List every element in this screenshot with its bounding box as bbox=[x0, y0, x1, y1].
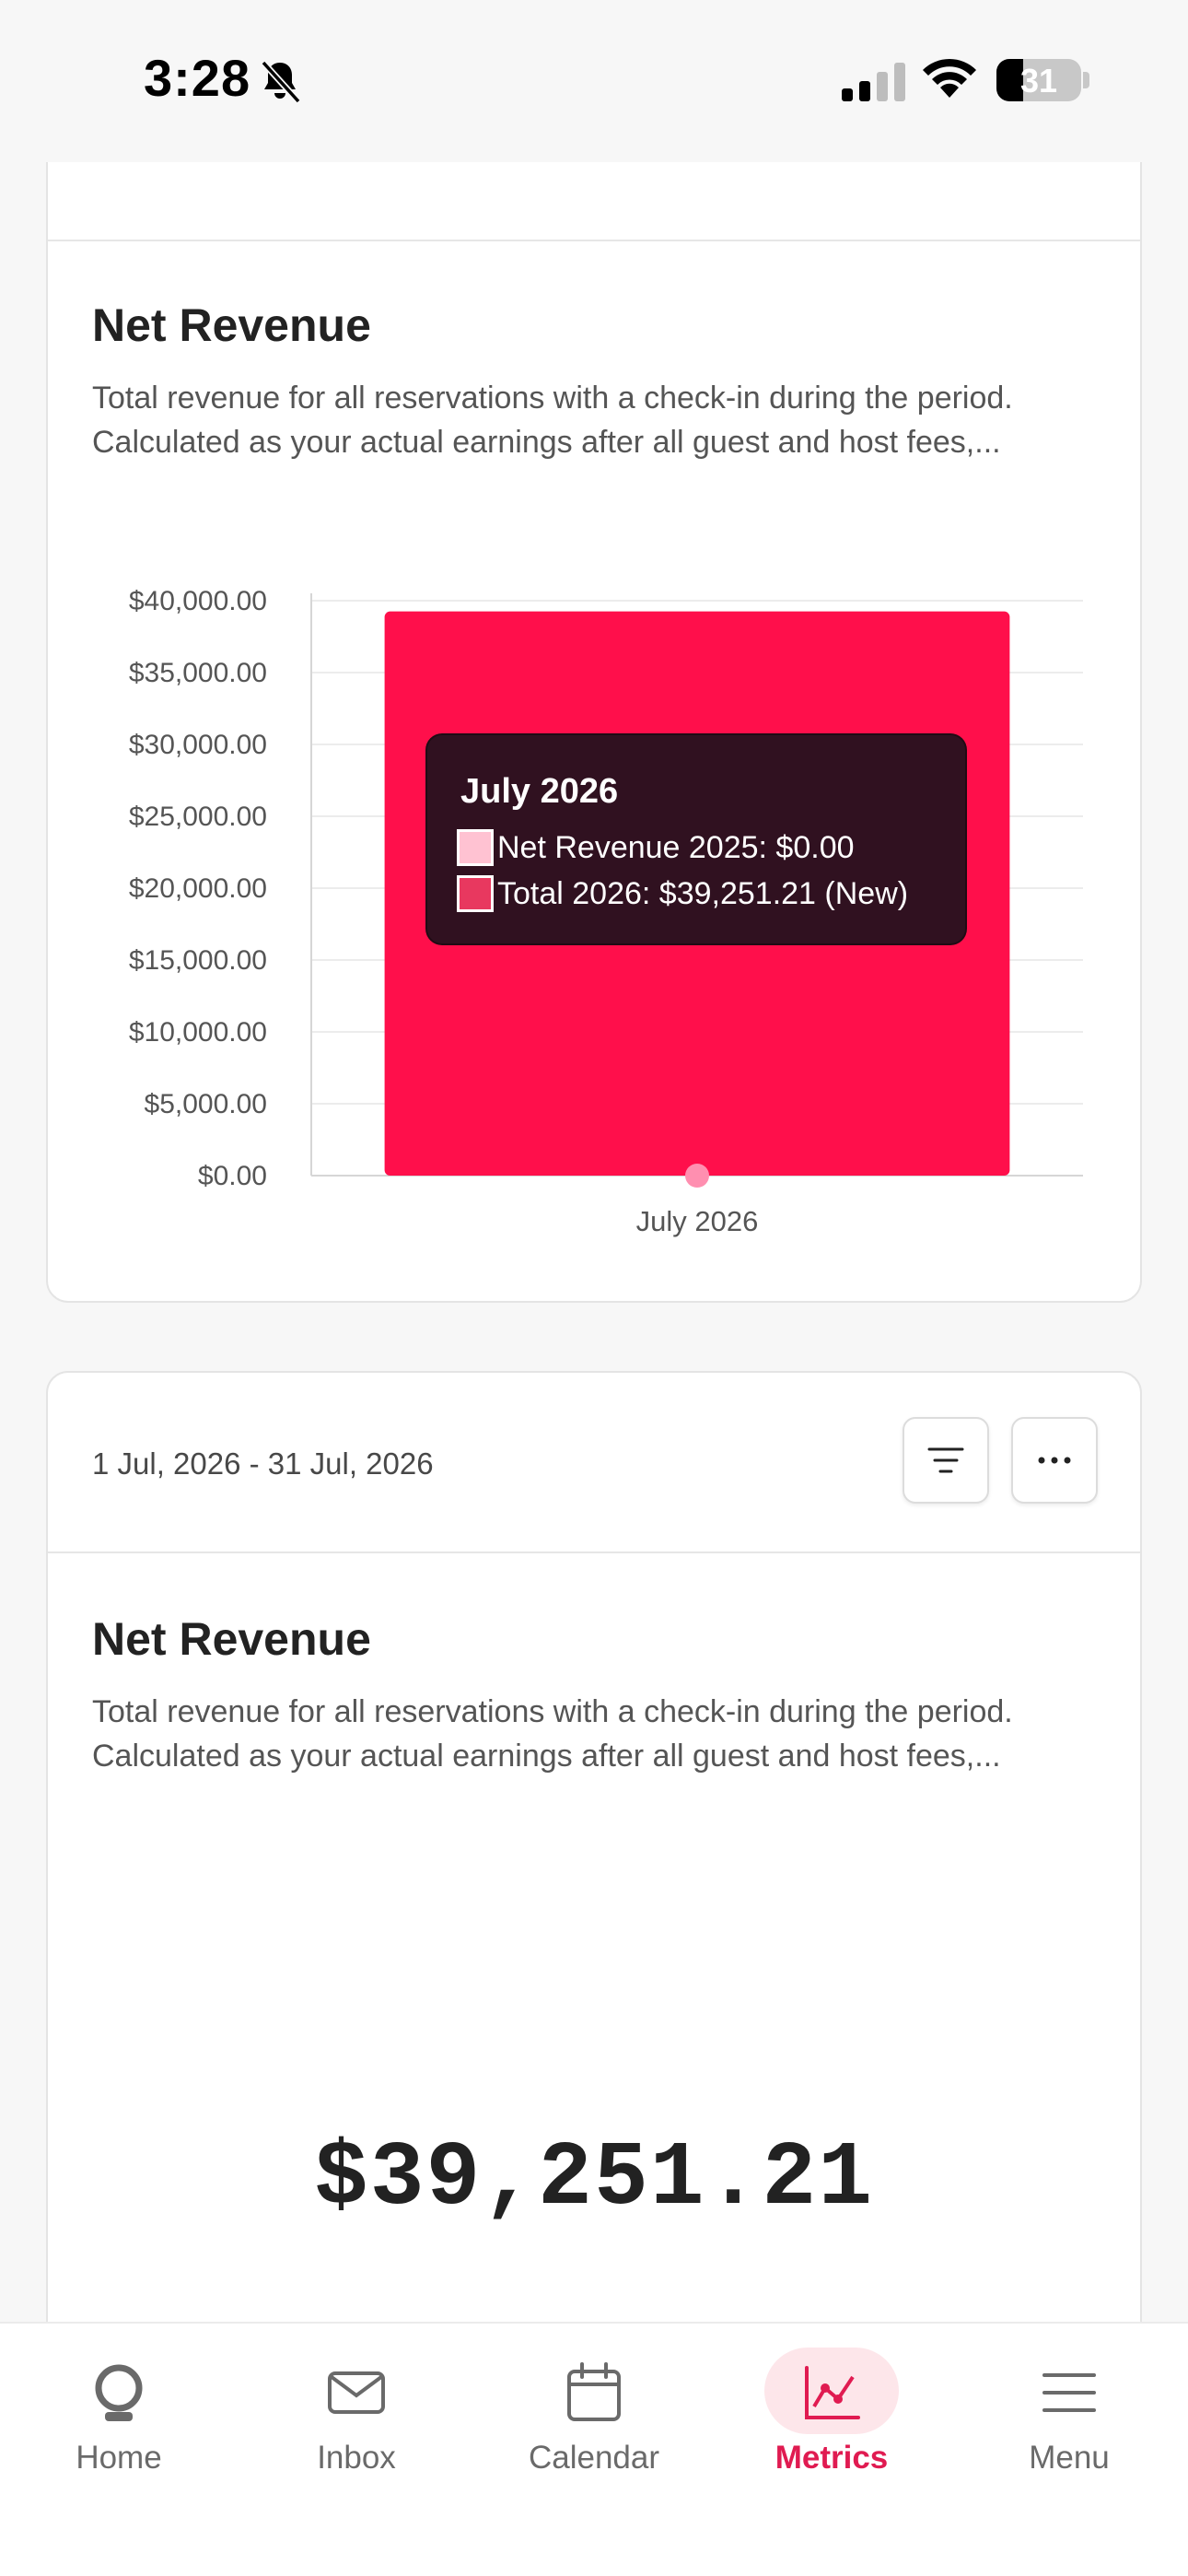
nav-item-inbox[interactable]: Inbox bbox=[238, 2324, 475, 2508]
home-icon bbox=[95, 2364, 143, 2421]
y-tick-label: $10,000.00 bbox=[129, 1017, 267, 1048]
tooltip-title: July 2026 bbox=[460, 772, 619, 811]
filter-icon bbox=[927, 1447, 964, 1473]
y-tick-label: $40,000.00 bbox=[129, 586, 267, 616]
y-tick-label: $30,000.00 bbox=[129, 730, 267, 760]
nav-label-inbox: Inbox bbox=[317, 2440, 396, 2476]
bell-slash-icon bbox=[261, 60, 301, 104]
app-screen: 3:28 31 Net Revenue Total revenue for al… bbox=[0, 0, 1188, 2576]
wifi-icon bbox=[923, 58, 976, 98]
card-description: Total revenue for all reservations with … bbox=[92, 1690, 1105, 1778]
status-time: 3:28 bbox=[144, 49, 251, 107]
y-tick-label: $5,000.00 bbox=[145, 1089, 267, 1119]
more-options-button[interactable] bbox=[1011, 1417, 1098, 1504]
filter-button[interactable] bbox=[903, 1417, 989, 1504]
bottom-navigation: Home Inbox Calendar Metrics Menu bbox=[0, 2322, 1188, 2576]
x-category-label: July 2026 bbox=[636, 1205, 759, 1237]
net-revenue-chart[interactable]: $0.00 $5,000.00 $10,000.00 $15,000.00 $20,00… bbox=[48, 57, 1142, 1303]
calendar-icon bbox=[567, 2362, 621, 2421]
battery-percent: 31 bbox=[1019, 62, 1058, 100]
card-title: Net Revenue bbox=[92, 1613, 371, 1665]
y-tick-label: $35,000.00 bbox=[129, 658, 267, 688]
net-revenue-chart-card: Net Revenue Total revenue for all reserv… bbox=[46, 55, 1142, 1303]
y-tick-label: $25,000.00 bbox=[129, 802, 267, 832]
tooltip-row-2026-text: Total 2026: $39,251.21 (New) bbox=[497, 876, 909, 911]
description-line-1: Total revenue for all reservations with … bbox=[92, 1694, 1013, 1729]
metrics-icon bbox=[805, 2366, 860, 2419]
description-line-2: Calculated as your actual earnings after… bbox=[92, 1739, 1001, 1774]
more-icon bbox=[1038, 1457, 1071, 1464]
card-header: 1 Jul, 2026 - 31 Jul, 2026 bbox=[48, 1373, 1140, 1553]
y-tick-label: $0.00 bbox=[198, 1161, 267, 1191]
chart-tooltip: July 2026 Net Revenue 2025: $0.00 Total … bbox=[425, 733, 967, 945]
legend-swatch-2025 bbox=[457, 829, 494, 866]
inbox-icon bbox=[328, 2371, 385, 2414]
nav-item-metrics[interactable]: Metrics bbox=[713, 2324, 950, 2508]
y-tick-label: $20,000.00 bbox=[129, 873, 267, 904]
net-revenue-value: $39,251.21 bbox=[313, 2128, 875, 2231]
nav-label-menu: Menu bbox=[1029, 2440, 1110, 2476]
nav-label-home: Home bbox=[76, 2440, 162, 2476]
point-net-revenue-2025 bbox=[685, 1164, 709, 1188]
y-tick-label: $15,000.00 bbox=[129, 945, 267, 976]
nav-label-metrics: Metrics bbox=[775, 2440, 889, 2476]
nav-label-calendar: Calendar bbox=[528, 2440, 660, 2476]
tooltip-row-2025-text: Net Revenue 2025: $0.00 bbox=[497, 830, 855, 865]
nav-item-home[interactable]: Home bbox=[0, 2324, 238, 2508]
nav-item-calendar[interactable]: Calendar bbox=[475, 2324, 713, 2508]
menu-icon bbox=[1042, 2373, 1096, 2412]
signal-icon bbox=[842, 63, 905, 101]
legend-swatch-2026 bbox=[457, 875, 494, 912]
date-range[interactable]: 1 Jul, 2026 - 31 Jul, 2026 bbox=[92, 1446, 434, 1481]
nav-item-menu[interactable]: Menu bbox=[950, 2324, 1188, 2508]
battery-icon: 31 bbox=[996, 59, 1081, 101]
status-bar: 3:28 31 bbox=[0, 0, 1188, 162]
battery-cap bbox=[1083, 72, 1089, 88]
